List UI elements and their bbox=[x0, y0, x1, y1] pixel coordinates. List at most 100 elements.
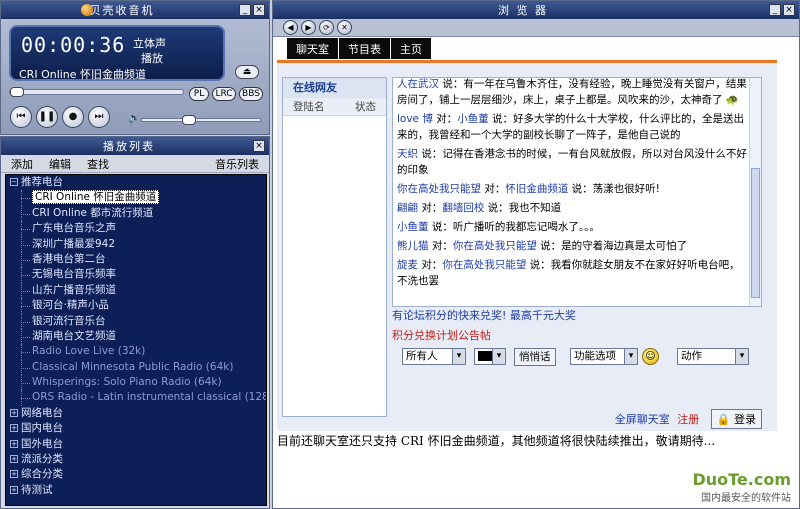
tab-home[interactable]: 主页 bbox=[391, 38, 431, 59]
forward-icon[interactable]: ▶ bbox=[301, 20, 316, 35]
station-tree: − 推荐电台 CRI Online 怀旧金曲频道 CRI Online 都市流行频… bbox=[5, 174, 267, 506]
tree-group[interactable]: + 待测试 bbox=[6, 483, 266, 498]
chat-nick[interactable]: 人在武汉 bbox=[397, 78, 439, 90]
minimize-icon[interactable]: _ bbox=[239, 4, 251, 16]
expand-icon[interactable]: + bbox=[10, 470, 18, 479]
tree-item[interactable]: Classical Minnesota Public Radio (64k) bbox=[6, 359, 266, 376]
login-button[interactable]: 🔒 登录 bbox=[710, 409, 762, 429]
next-icon[interactable]: ⏭ bbox=[88, 106, 110, 128]
tree-group[interactable]: + 流派分类 bbox=[6, 452, 266, 467]
bbs-button[interactable]: BBS bbox=[239, 87, 263, 101]
player-window: 贝壳收音机 _ × 00:00:36 立体声 播放 CRI Online 怀旧金… bbox=[0, 0, 270, 135]
tree-item[interactable]: Whisperings: Solo Piano Radio (64k) bbox=[6, 375, 266, 391]
chat-message: 人在武汉 说：有一年在乌鲁木齐住，没有经验，晚上睡觉没有关窗户，结果房间了，铺上… bbox=[397, 78, 747, 106]
previous-icon[interactable]: ⏮ bbox=[10, 106, 32, 128]
lrc-button[interactable]: LRC bbox=[212, 87, 236, 101]
chat-nick[interactable]: 翩翩 bbox=[397, 202, 418, 214]
playlist-titlebar[interactable]: 播放列表 × bbox=[1, 137, 269, 155]
chat-nick[interactable]: 熊儿猫 bbox=[397, 240, 429, 252]
volume-thumb[interactable] bbox=[182, 115, 196, 125]
pl-button[interactable]: PL bbox=[189, 87, 209, 101]
chat-target[interactable]: 怀旧金曲频道 bbox=[505, 183, 568, 195]
tree-item[interactable]: 无锡电台音乐频率 bbox=[6, 267, 266, 284]
close-icon[interactable]: × bbox=[783, 4, 795, 16]
chat-target[interactable]: 小鱼董 bbox=[457, 113, 489, 125]
collapse-icon[interactable]: − bbox=[10, 178, 18, 186]
expand-icon[interactable]: + bbox=[10, 408, 18, 417]
browser-window: 浏 览 器 _ × ◀ ▶ ⟳ ✕ 聊天室 节目表 主页 在线网友 登陆名 状态… bbox=[272, 0, 800, 509]
expand-icon[interactable]: + bbox=[10, 455, 18, 464]
player-titlebar[interactable]: 贝壳收音机 _ × bbox=[1, 1, 269, 19]
tree-group[interactable]: + 综合分类 bbox=[6, 467, 266, 482]
chat-nick[interactable]: 你在高处我只能望 bbox=[397, 183, 481, 195]
menu-add[interactable]: 添加 bbox=[11, 156, 33, 172]
tree-item[interactable]: CRI Online 都市流行频道 bbox=[6, 205, 266, 222]
chat-nick[interactable]: 旋麦 bbox=[397, 259, 418, 271]
chat-nick[interactable]: 小鱼董 bbox=[397, 221, 429, 233]
target-select[interactable]: 所有人 bbox=[402, 348, 466, 365]
menu-find[interactable]: 查找 bbox=[87, 156, 109, 172]
whisper-button[interactable]: 悄悄话 bbox=[514, 348, 556, 366]
chat-nick[interactable]: love 博 bbox=[397, 113, 433, 125]
tree-item[interactable]: CRI Online 怀旧金曲频道 bbox=[6, 190, 266, 207]
close-icon[interactable]: × bbox=[253, 140, 265, 152]
promo-link-notice[interactable]: 积分兑换计划公告帖 bbox=[392, 327, 491, 343]
scroll-thumb[interactable] bbox=[751, 168, 760, 298]
tree-item[interactable]: 银河流行音乐台 bbox=[6, 313, 266, 330]
emoticon-icon[interactable]: ☺ bbox=[642, 348, 659, 365]
register-link[interactable]: 注册 bbox=[677, 413, 699, 426]
eject-button[interactable]: ⏏ bbox=[235, 65, 259, 79]
minimize-icon[interactable]: _ bbox=[769, 4, 781, 16]
player-display: 00:00:36 立体声 播放 CRI Online 怀旧金曲频道 bbox=[9, 25, 225, 81]
col-login-name: 登陆名 bbox=[293, 101, 325, 113]
channel-notice: 目前还聊天室还只支持 CRI 怀旧金曲频道，其他频道将很快陆续推出，敬请期待..… bbox=[277, 434, 716, 448]
tree-item[interactable]: 山东广播音乐频道 bbox=[6, 282, 266, 299]
function-select[interactable]: 功能选项 bbox=[570, 348, 638, 365]
tab-chatroom[interactable]: 聊天室 bbox=[287, 38, 338, 59]
brand-main: DuoTe.com bbox=[692, 470, 791, 489]
chat-nick[interactable]: 天织 bbox=[397, 148, 418, 160]
expand-icon[interactable]: + bbox=[10, 424, 18, 433]
message-list: 人在武汉 说：有一年在乌鲁木齐住，没有经验，晚上睡觉没有关窗户，结果房间了，铺上… bbox=[392, 77, 762, 307]
chat-target[interactable]: 你在高处我只能望 bbox=[453, 240, 537, 252]
browser-navbar: ◀ ▶ ⟳ ✕ bbox=[273, 19, 799, 37]
tree-item[interactable]: ORS Radio - Latin instrumental classical… bbox=[6, 390, 266, 407]
playlist-window: 播放列表 × 添加 编辑 查找 音乐列表 − 推荐电台 CRI Online 怀旧… bbox=[0, 136, 270, 509]
message-scrollbar[interactable] bbox=[749, 78, 761, 306]
menu-edit[interactable]: 编辑 bbox=[49, 156, 71, 172]
browser-titlebar[interactable]: 浏 览 器 _ × bbox=[273, 1, 799, 19]
tree-item[interactable]: Radio Love Live (32k) bbox=[6, 344, 266, 361]
stop-icon[interactable]: ✕ bbox=[337, 20, 352, 35]
tree-item[interactable]: 广东电台音乐之声 bbox=[6, 221, 266, 237]
tab-schedule[interactable]: 节目表 bbox=[339, 38, 390, 59]
col-status: 状态 bbox=[355, 101, 376, 113]
tree-group[interactable]: + 国内电台 bbox=[6, 421, 266, 436]
pause-icon[interactable]: ❚❚ bbox=[36, 106, 58, 128]
refresh-icon[interactable]: ⟳ bbox=[319, 20, 334, 35]
chat-message: 熊儿猫 对：你在高处我只能望 说：是的守着海边真是太可怕了 bbox=[397, 240, 688, 252]
seek-bar[interactable] bbox=[9, 87, 184, 97]
promo-link-points[interactable]: 有论坛积分的快来兑奖! 最高千元大奖 bbox=[392, 307, 576, 323]
color-select[interactable] bbox=[474, 348, 506, 365]
chat-target[interactable]: 你在高处我只能望 bbox=[442, 259, 526, 271]
stop-icon[interactable]: ● bbox=[62, 106, 84, 128]
expand-icon[interactable]: + bbox=[10, 485, 18, 494]
chat-target[interactable]: 翻墙回校 bbox=[442, 202, 484, 214]
tree-item[interactable]: 湖南电台文艺频道 bbox=[6, 328, 266, 345]
chat-message: 翩翩 对：翻墙回校 说：我也不知道 bbox=[397, 202, 562, 214]
tree-item[interactable]: 银河台·精声小品 bbox=[6, 298, 266, 314]
tree-group[interactable]: + 网络电台 bbox=[6, 406, 266, 421]
tree-item[interactable]: 深圳广播最爱942 bbox=[6, 236, 266, 253]
player-title: 贝壳收音机 bbox=[89, 4, 155, 17]
seek-thumb[interactable] bbox=[10, 87, 24, 97]
back-icon[interactable]: ◀ bbox=[283, 20, 298, 35]
close-icon[interactable]: × bbox=[253, 4, 265, 16]
expand-icon[interactable]: + bbox=[10, 439, 18, 448]
menu-music-list[interactable]: 音乐列表 bbox=[215, 156, 259, 172]
volume-slider[interactable] bbox=[141, 115, 261, 125]
fullscreen-chat-link[interactable]: 全屏聊天室 bbox=[615, 413, 670, 426]
tree-group-recommended[interactable]: − 推荐电台 bbox=[6, 175, 266, 190]
tree-group[interactable]: + 国外电台 bbox=[6, 437, 266, 452]
tree-item[interactable]: 香港电台第二台 bbox=[6, 251, 266, 268]
action-select[interactable]: 动作 bbox=[677, 348, 749, 365]
